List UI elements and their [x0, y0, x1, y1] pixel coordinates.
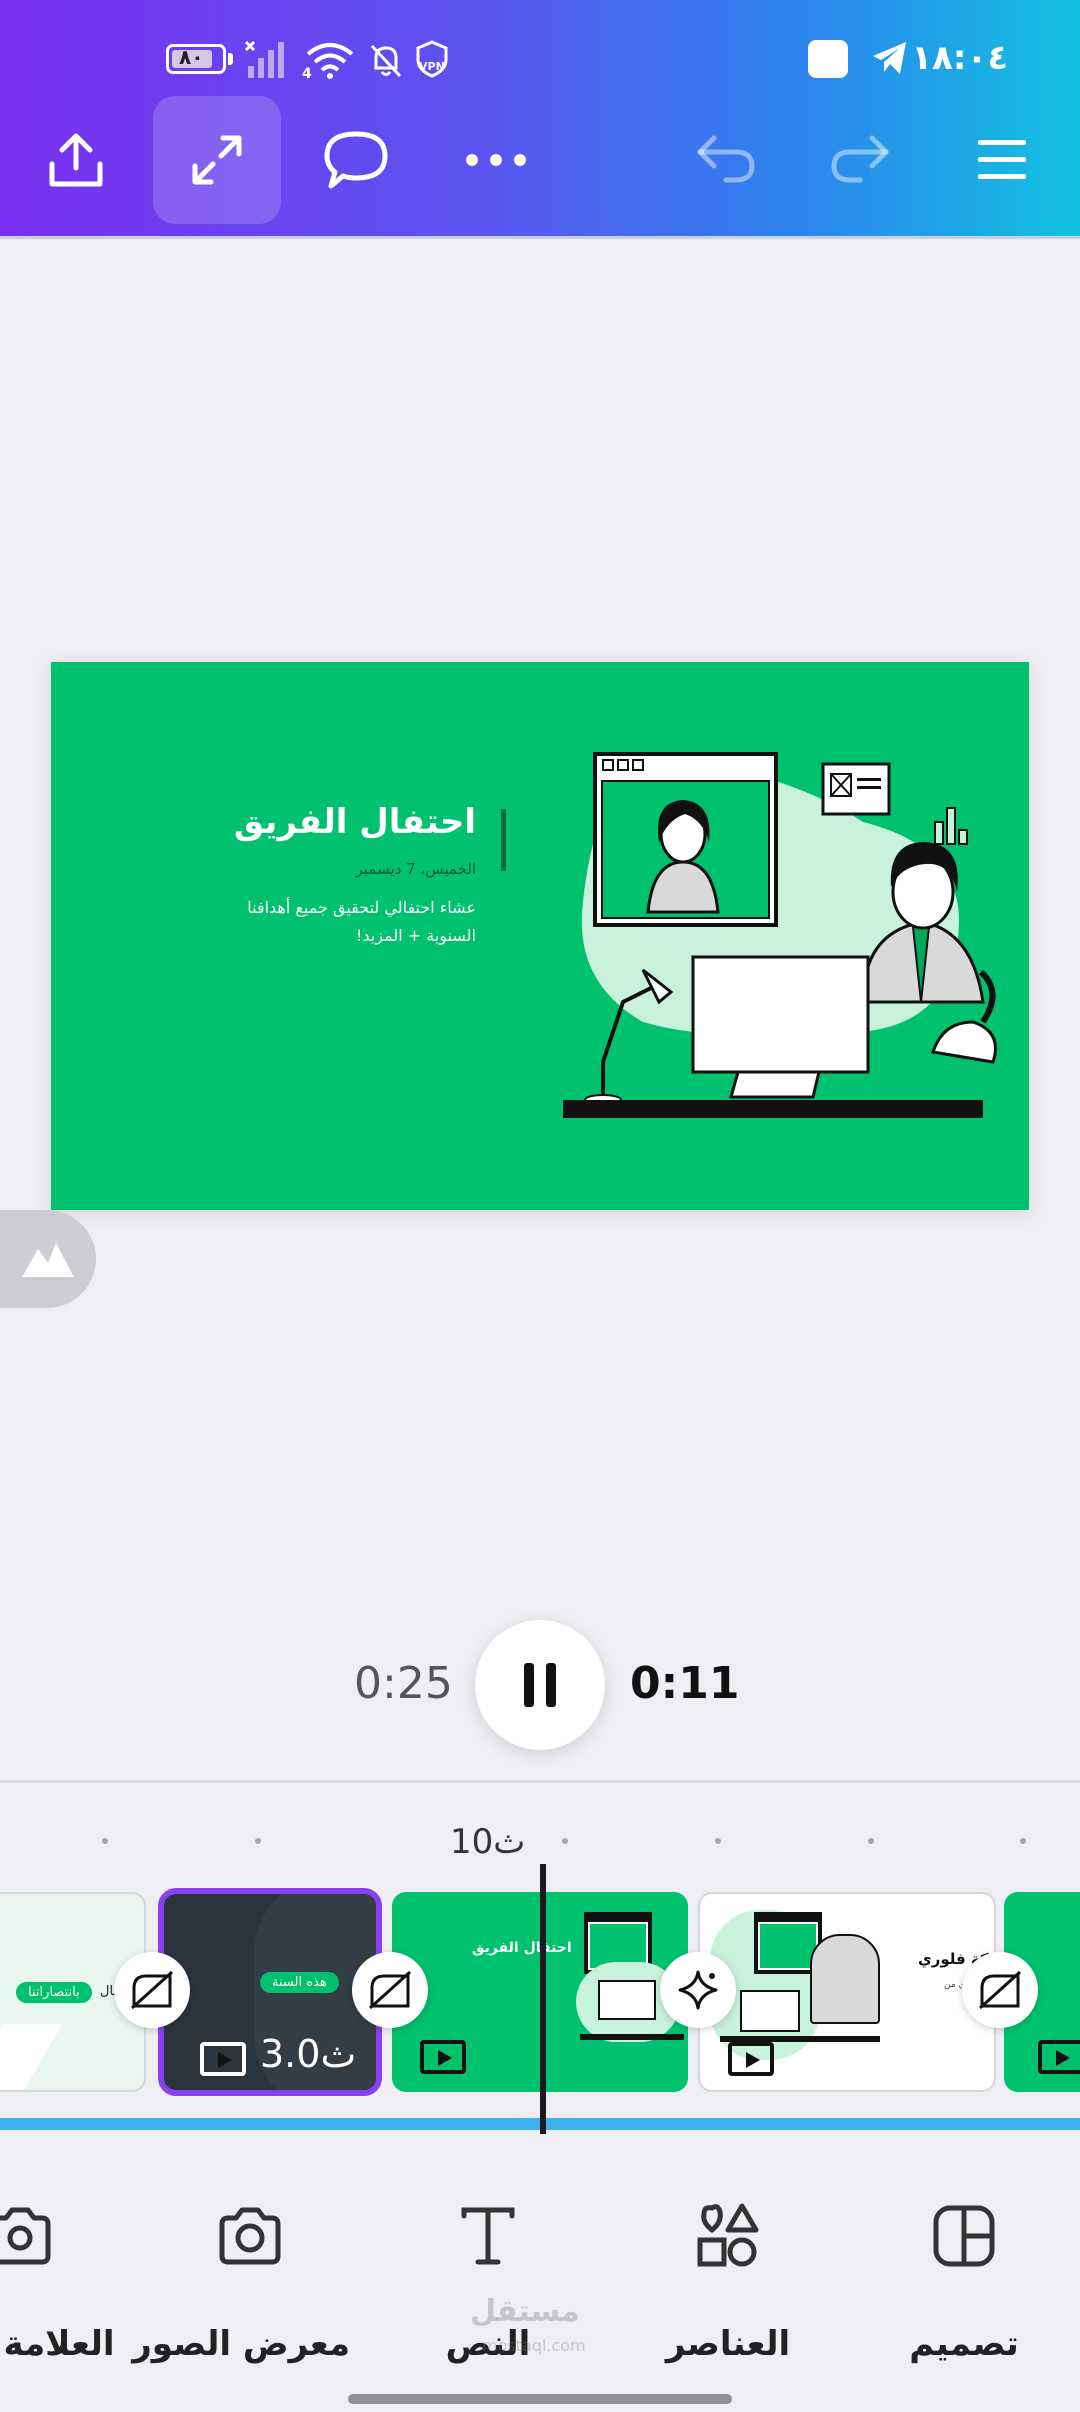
design-layout-icon — [933, 2205, 995, 2267]
ruler-tick — [868, 1838, 874, 1844]
telegram-icon — [873, 42, 906, 74]
wifi-icon: 4 — [302, 43, 354, 80]
transition-disabled-icon — [130, 1970, 174, 2010]
expand-button[interactable] — [153, 96, 281, 224]
ruler-tick — [102, 1838, 108, 1844]
ruler-tick — [1020, 1838, 1026, 1844]
current-time: 0:11 — [630, 1658, 740, 1709]
pause-icon — [524, 1663, 556, 1707]
svg-text:VPN: VPN — [419, 60, 445, 73]
undo-button[interactable] — [662, 96, 790, 224]
text-t-icon — [461, 2207, 515, 2265]
nav-elements-label: العناصر — [665, 2324, 791, 2364]
svg-text:4: 4 — [302, 66, 312, 80]
comment-button[interactable] — [292, 96, 420, 224]
shapes-icon — [697, 2203, 759, 2267]
cell-signal-icon — [244, 40, 284, 78]
main-menu-button[interactable] — [938, 96, 1066, 224]
mountain-icon — [22, 1243, 74, 1277]
toolbar-divider — [0, 236, 1080, 239]
ruler-tick — [715, 1838, 721, 1844]
nav-brand-label: العلامة ا — [0, 2324, 115, 2364]
sparkle-icon — [678, 1970, 718, 2010]
clip-video-icon — [728, 2042, 774, 2076]
timeline-clip[interactable]: حركة فلوري أي من — [698, 1892, 996, 2092]
timeline-playhead[interactable] — [540, 1864, 546, 2134]
office-illustration[interactable] — [563, 702, 1003, 1122]
add-transition-button[interactable] — [114, 1952, 190, 2028]
clip-tag: بانتصاراتنا — [16, 1982, 92, 2003]
transition-disabled-icon — [368, 1970, 412, 2010]
clip-video-icon — [420, 2040, 466, 2074]
clip-video-icon — [1038, 2040, 1080, 2074]
battery-icon: ٨٠ — [166, 44, 226, 74]
slide-accent-bar — [501, 809, 506, 871]
slide-canvas[interactable]: احتفال الفريق الخميس، 7 ديسمبر عشاء احتف… — [51, 662, 1029, 1210]
slide-date[interactable]: الخميس، 7 ديسمبر — [356, 860, 476, 878]
timeline-ruler-label: 10ث — [450, 1822, 526, 1862]
slide-description[interactable]: عشاء احتفالي لتحقيق جميع أهدافنا السنوية… — [196, 894, 476, 950]
add-transition-button[interactable] — [352, 1952, 428, 2028]
ruler-tick — [562, 1838, 568, 1844]
total-duration: 0:25 — [354, 1658, 453, 1709]
nav-gallery[interactable]: معرض الصور — [132, 2200, 350, 2370]
more-dots-icon — [466, 154, 526, 166]
nav-elements[interactable]: العناصر — [628, 2200, 828, 2370]
nav-brand[interactable]: العلامة ا — [0, 2200, 120, 2370]
clip-video-icon — [200, 2042, 246, 2076]
nav-design[interactable]: تصميم — [864, 2200, 1064, 2370]
redo-icon — [831, 135, 889, 183]
more-options-button[interactable] — [432, 96, 560, 224]
brand-icon — [0, 2207, 51, 2265]
export-button[interactable] — [12, 96, 140, 224]
transition-disabled-icon — [978, 1970, 1022, 2010]
expand-arrows-icon — [192, 135, 242, 185]
comment-bubble-icon — [324, 131, 388, 189]
hamburger-menu-icon — [978, 140, 1026, 179]
pause-button[interactable] — [475, 1620, 605, 1750]
home-indicator[interactable] — [348, 2394, 732, 2404]
clip-tag: هذه السنة — [260, 1972, 339, 1993]
share-upload-icon — [49, 133, 103, 187]
side-panel-handle[interactable] — [0, 1210, 96, 1308]
nav-gallery-label: معرض الصور — [132, 2324, 350, 2364]
vpn-key-icon: VPN — [416, 40, 448, 78]
clip-title: احتفال الفريق — [472, 1940, 572, 1956]
add-transition-button[interactable] — [962, 1952, 1038, 2028]
status-time: ١٨:٠٤ — [911, 38, 1008, 78]
top-toolbar: ٨٠ 4 VPN ١٨:٠٤ — [0, 0, 1080, 236]
playback-divider — [0, 1780, 1080, 1783]
app-notification-icon — [808, 40, 848, 78]
ruler-tick — [255, 1838, 261, 1844]
bell-muted-icon — [370, 44, 402, 78]
watermark: مستقل — [470, 2294, 580, 2329]
clip-duration: 3.0ث — [260, 2032, 357, 2076]
camera-icon — [219, 2207, 281, 2265]
undo-icon — [697, 135, 755, 183]
watermark-url: mostaql.com — [482, 2336, 586, 2355]
magic-transition-button[interactable] — [660, 1952, 736, 2028]
slide-title[interactable]: احتفال الفريق — [234, 802, 476, 842]
nav-design-label: تصميم — [909, 2324, 1019, 2364]
battery-level: ٨٠ — [179, 45, 204, 69]
timeline-clip-selected[interactable]: هذه السنة 3.0ث — [158, 1888, 382, 2096]
redo-button[interactable] — [796, 96, 924, 224]
